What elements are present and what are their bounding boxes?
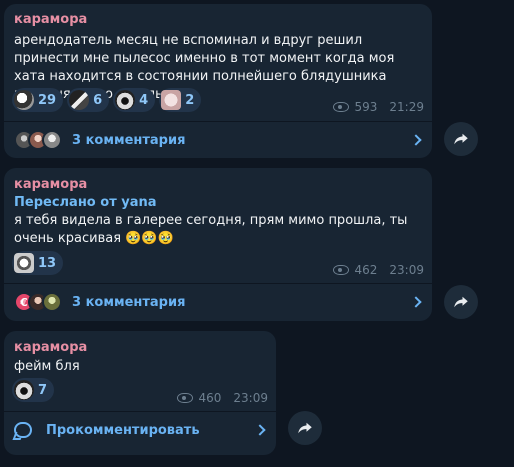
sticker-reaction-icon [69,90,90,110]
share-button[interactable] [444,285,478,319]
avatar [42,130,62,150]
chevron-right-icon [254,424,266,436]
chevron-right-icon [410,296,422,308]
commenter-avatars [14,130,62,150]
channel-post-1: карамора арендодатель месяц не вспоминал… [4,4,432,158]
reaction-count: 6 [93,92,103,108]
views-count: 462 [354,263,378,277]
reaction-chip[interactable]: 29 [12,88,64,112]
comment-button[interactable]: Прокомментировать [4,412,276,448]
comment-icon [14,422,32,438]
reactions-bar: 13 [12,251,64,275]
post-author[interactable]: карамора [14,177,87,192]
comments-button[interactable]: 3 комментария [4,122,432,158]
sticker-reaction-icon [14,253,34,273]
sticker-reaction-icon [14,380,34,400]
reaction-count: 4 [139,92,149,108]
reactions-bar: 7 [12,378,55,402]
reaction-count: 13 [38,255,57,271]
views-count: 460 [198,391,222,405]
post-meta: 460 23:09 [176,391,268,405]
reaction-chip[interactable]: 2 [159,88,202,112]
post-time: 21:29 [389,100,424,114]
forwarded-from[interactable]: Переслано от yana [14,195,157,210]
channel-post-3: карамора фейм бля 7 460 23:09 Прокоммент… [4,331,276,455]
channel-post-2: карамора Переслано от yana я тебя видела… [4,168,432,321]
comments-label: 3 комментария [72,132,186,148]
post-time: 23:09 [233,391,268,405]
share-button[interactable] [444,122,478,156]
chevron-right-icon [410,134,422,146]
post-text: фейм бля [14,359,80,374]
reaction-chip[interactable]: 6 [67,88,110,112]
eye-icon [332,265,349,275]
commenter-avatars: € [14,292,62,312]
sticker-reaction-icon [161,90,182,110]
share-arrow-icon [454,296,468,308]
reaction-chip[interactable]: 7 [12,378,55,402]
post-meta: 593 21:29 [332,100,424,114]
reaction-count: 2 [185,92,195,108]
reaction-chip[interactable]: 13 [12,251,64,275]
sticker-reaction-icon [14,90,34,110]
comments-label: 3 комментария [72,294,186,310]
avatar [42,292,62,312]
reaction-count: 7 [38,382,48,398]
comment-label: Прокомментировать [46,422,200,438]
reaction-chip[interactable]: 4 [113,88,156,112]
post-meta: 462 23:09 [332,263,424,277]
share-button[interactable] [288,411,322,445]
reactions-bar: 29 6 4 2 [12,88,202,112]
eye-icon [176,393,193,403]
post-author[interactable]: карамора [14,340,87,355]
post-author[interactable]: карамора [14,12,87,27]
post-text: я тебя видела в галерее сегодня, прям ми… [14,213,408,246]
comments-button[interactable]: € 3 комментария [4,284,432,320]
views-count: 593 [354,100,378,114]
reaction-count: 29 [38,92,57,108]
share-arrow-icon [298,422,312,434]
eye-icon [332,102,349,112]
sticker-reaction-icon [115,90,136,110]
post-time: 23:09 [389,263,424,277]
share-arrow-icon [454,133,468,145]
